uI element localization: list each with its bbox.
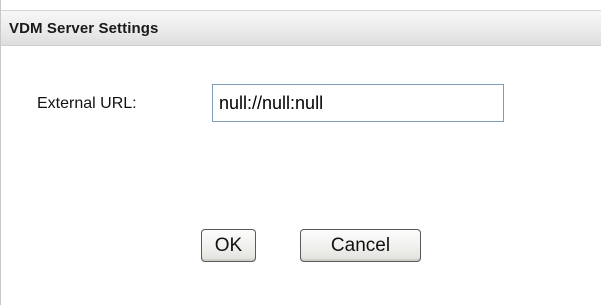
cancel-button[interactable]: Cancel [300,229,421,262]
ok-button[interactable]: OK [201,229,256,262]
dialog-title-bar: VDM Server Settings [1,10,601,46]
external-url-label: External URL: [37,95,137,112]
settings-dialog: VDM Server Settings External URL: OK Can… [0,0,601,305]
external-url-input[interactable] [212,84,504,122]
dialog-title: VDM Server Settings [9,20,159,37]
